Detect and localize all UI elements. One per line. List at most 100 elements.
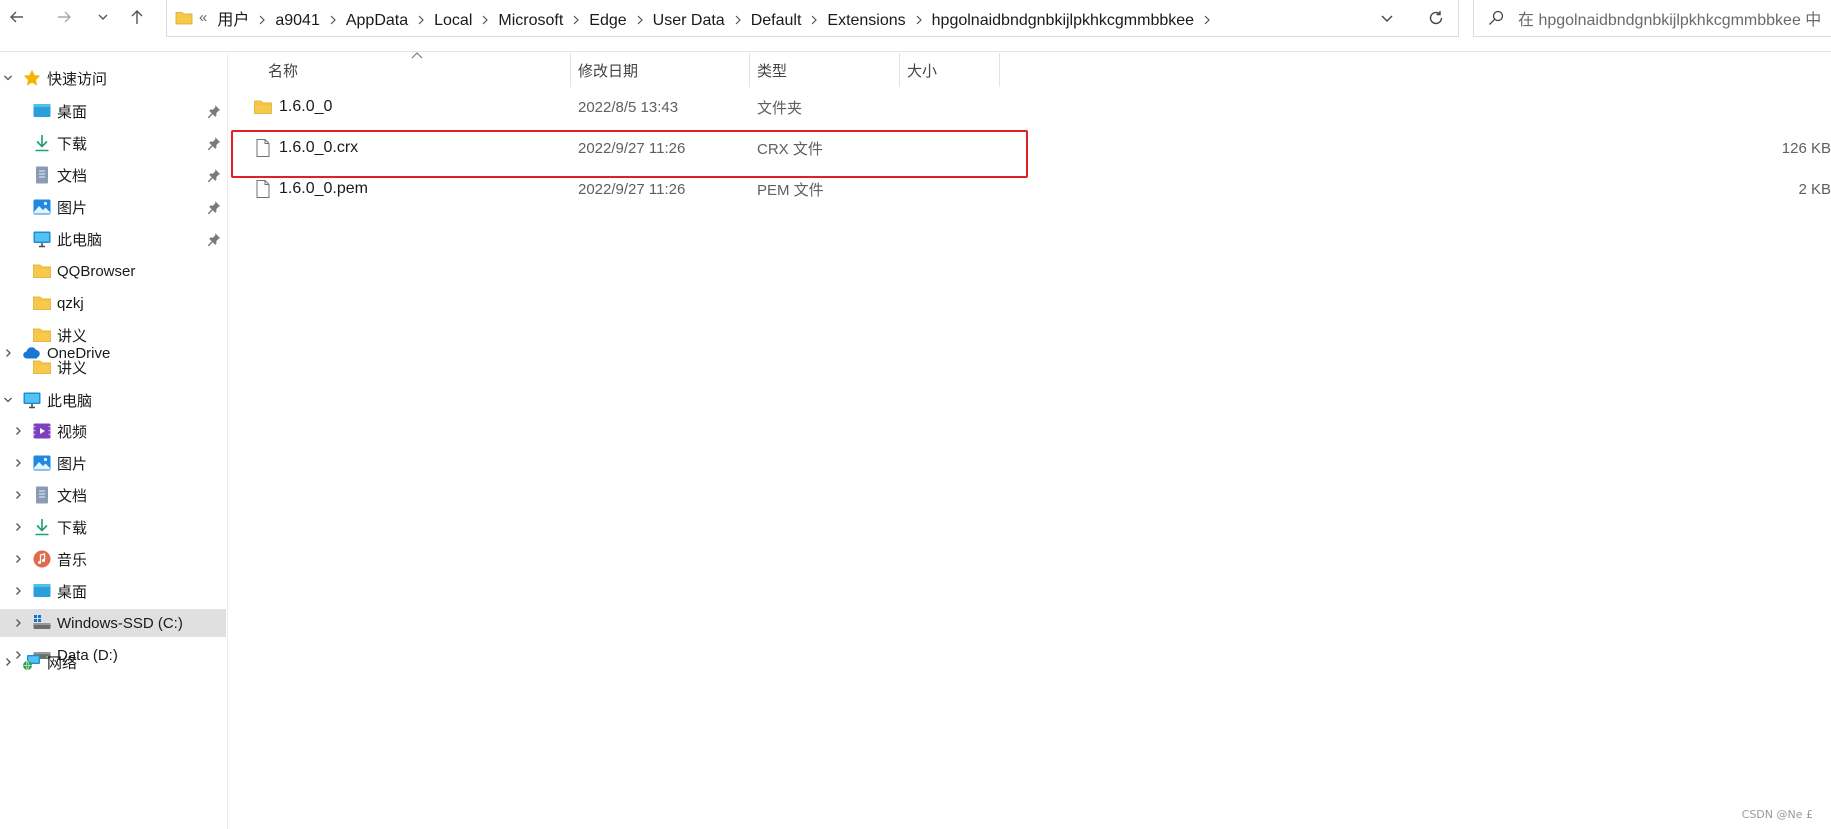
chevron-right-icon[interactable]: [11, 488, 25, 502]
chevron-right-icon[interactable]: [11, 456, 25, 470]
breadcrumb-separator[interactable]: [1203, 13, 1211, 28]
breadcrumb-separator[interactable]: [810, 13, 818, 28]
folder-icon: [32, 293, 52, 313]
chevron-down-icon[interactable]: [1, 71, 15, 85]
pin-icon: [207, 232, 221, 246]
breadcrumb-separator[interactable]: [636, 13, 644, 28]
back-button[interactable]: [4, 4, 30, 30]
nav-item-label: 此电脑: [47, 392, 93, 410]
address-dropdown-button[interactable]: [1375, 6, 1399, 30]
arrow-right-icon: [58, 11, 71, 23]
file-name: 1.6.0_0: [279, 98, 333, 115]
nav-quick-access[interactable]: 快速访问: [0, 64, 226, 92]
breadcrumb-item[interactable]: hpgolnaidbndgnbkijlpkhkcgmmbbkee: [932, 12, 1194, 29]
nav-item-quick[interactable]: 文档: [0, 161, 226, 189]
chevron-right-icon[interactable]: [1, 655, 15, 669]
search-box[interactable]: 在 hpgolnaidbndgnbkijlpkhkcgmmbbkee 中: [1473, 0, 1831, 37]
search-icon: [1489, 10, 1504, 25]
file-size: [1069, 89, 1831, 125]
breadcrumb-separator[interactable]: [258, 13, 266, 28]
nav-item-quick[interactable]: 桌面: [0, 97, 226, 125]
chevron-down-icon[interactable]: [1, 393, 15, 407]
breadcrumb-separator[interactable]: [572, 13, 580, 28]
nav-item-pc[interactable]: Windows-SSD (C:): [0, 609, 226, 637]
search-input[interactable]: 在 hpgolnaidbndgnbkijlpkhkcgmmbbkee 中: [1518, 6, 1821, 30]
column-header-type[interactable]: 类型: [757, 53, 787, 87]
document-icon: [32, 485, 52, 505]
chevron-right-icon[interactable]: [11, 520, 25, 534]
column-header-date[interactable]: 修改日期: [578, 53, 638, 87]
file-row[interactable]: 1.6.0_0.crx 2022/9/27 11:26 CRX 文件 126 KB: [229, 130, 1831, 166]
chevron-right-icon[interactable]: [1, 346, 15, 360]
breadcrumb-separator[interactable]: [481, 13, 489, 28]
nav-item-label: qzkj: [57, 294, 84, 312]
document-icon: [32, 165, 52, 185]
chevron-right-icon[interactable]: [11, 424, 25, 438]
breadcrumb-item[interactable]: 用户: [217, 12, 249, 29]
file-row[interactable]: 1.6.0_0 2022/8/5 13:43 文件夹: [229, 89, 1831, 125]
breadcrumb-separator[interactable]: [734, 13, 742, 28]
file-icon: [253, 138, 273, 158]
nav-item-label: 图片: [57, 455, 88, 473]
nav-network[interactable]: 网络: [0, 648, 226, 676]
nav-item-label: 视频: [57, 423, 88, 441]
nav-item-label: 桌面: [57, 103, 88, 121]
breadcrumb-overflow[interactable]: «: [199, 9, 207, 26]
pictures-icon: [32, 197, 52, 217]
column-divider[interactable]: [899, 53, 900, 87]
nav-item-pc[interactable]: 文档: [0, 481, 226, 509]
address-bar[interactable]: « 用户 a9041 AppData Local Microsoft Edge User D…: [166, 0, 1459, 37]
pin-icon: [207, 136, 221, 150]
recent-locations-button[interactable]: [90, 4, 116, 30]
nav-item-pc[interactable]: 下载: [0, 513, 226, 541]
forward-button[interactable]: [51, 4, 77, 30]
nav-item-label: 下载: [57, 135, 88, 153]
chevron-right-icon[interactable]: [11, 584, 25, 598]
nav-item-quick[interactable]: QQBrowser: [0, 257, 226, 285]
chevron-right-icon[interactable]: [11, 552, 25, 566]
breadcrumb-item[interactable]: AppData: [346, 12, 408, 29]
file-row[interactable]: 1.6.0_0.pem 2022/9/27 11:26 PEM 文件 2 KB: [229, 171, 1831, 207]
nav-item-quick[interactable]: 图片: [0, 193, 226, 221]
breadcrumb-item[interactable]: Extensions: [827, 12, 905, 29]
column-divider[interactable]: [999, 53, 1000, 87]
file-name: 1.6.0_0.pem: [279, 180, 368, 197]
breadcrumb-separator[interactable]: [417, 13, 425, 28]
nav-item-label: 图片: [57, 199, 88, 217]
nav-item-quick[interactable]: 此电脑: [0, 225, 226, 253]
breadcrumb-item[interactable]: a9041: [275, 12, 320, 29]
arrow-up-icon: [131, 10, 143, 24]
nav-item-pc[interactable]: 图片: [0, 449, 226, 477]
column-header-name[interactable]: 名称: [268, 53, 298, 87]
address-toolbar: « 用户 a9041 AppData Local Microsoft Edge User D…: [0, 0, 1831, 52]
breadcrumb-separator[interactable]: [915, 13, 923, 28]
breadcrumb-item[interactable]: Edge: [589, 12, 626, 29]
breadcrumb-item[interactable]: User Data: [653, 12, 725, 29]
nav-this-pc[interactable]: 此电脑: [0, 386, 226, 414]
nav-item-label: 音乐: [57, 551, 88, 569]
breadcrumb-item[interactable]: Local: [434, 12, 472, 29]
nav-item-label: Windows-SSD (C:): [57, 614, 183, 632]
breadcrumb-item[interactable]: Microsoft: [498, 12, 563, 29]
chevron-right-icon[interactable]: [11, 616, 25, 630]
nav-item-label: 下载: [57, 519, 88, 537]
arrow-left-icon: [10, 11, 23, 23]
nav-item-pc[interactable]: 桌面: [0, 577, 226, 605]
nav-item-label: 桌面: [57, 583, 88, 601]
refresh-button[interactable]: [1423, 5, 1449, 31]
nav-item-label: 网络: [47, 654, 78, 672]
nav-item-pc[interactable]: 音乐: [0, 545, 226, 573]
nav-item-label: 文档: [57, 167, 88, 185]
column-divider[interactable]: [570, 53, 571, 87]
breadcrumb-separator[interactable]: [329, 13, 337, 28]
nav-item-pc[interactable]: 视频: [0, 417, 226, 445]
nav-onedrive[interactable]: OneDrive: [0, 339, 226, 367]
nav-item-quick[interactable]: 下载: [0, 129, 226, 157]
breadcrumb-item[interactable]: Default: [751, 12, 802, 29]
music-icon: [32, 549, 52, 569]
column-header-size[interactable]: 大小: [907, 53, 937, 87]
pin-icon: [207, 168, 221, 182]
up-button[interactable]: [124, 4, 150, 30]
column-divider[interactable]: [749, 53, 750, 87]
nav-item-quick[interactable]: qzkj: [0, 289, 226, 317]
